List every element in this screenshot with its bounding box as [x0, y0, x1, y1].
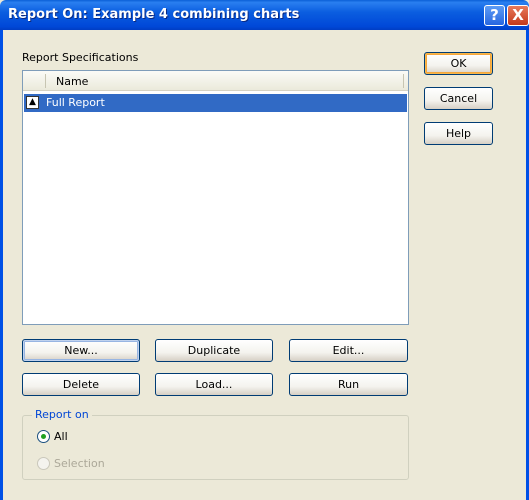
radio-selection: [37, 457, 50, 470]
list-item-label: Full Report: [46, 96, 105, 109]
help-button[interactable]: Help: [424, 122, 493, 145]
report-specifications-list[interactable]: Name ▲ Full Report: [22, 70, 409, 325]
header-divider: [45, 74, 46, 88]
close-icon: X: [512, 6, 524, 24]
close-button[interactable]: X: [507, 5, 529, 26]
ok-button[interactable]: OK: [424, 52, 493, 75]
window-title: Report On: Example 4 combining charts: [8, 7, 300, 22]
duplicate-button[interactable]: Duplicate: [155, 339, 273, 362]
column-header-name[interactable]: Name: [56, 75, 88, 88]
radio-selection-label: Selection: [54, 457, 105, 470]
radio-all-label[interactable]: All: [54, 430, 68, 443]
cancel-button[interactable]: Cancel: [424, 87, 493, 110]
edit-button[interactable]: Edit...: [289, 339, 408, 362]
report-on-legend: Report on: [32, 408, 92, 421]
header-divider: [403, 74, 404, 88]
title-bar[interactable]: Report On: Example 4 combining charts ? …: [0, 0, 529, 30]
report-on-dialog: Report On: Example 4 combining charts ? …: [0, 0, 529, 500]
radio-all[interactable]: [37, 430, 50, 443]
delete-button[interactable]: Delete: [22, 373, 140, 396]
list-header: Name: [23, 71, 408, 91]
question-mark-icon: ?: [490, 6, 499, 24]
load-button[interactable]: Load...: [155, 373, 273, 396]
window-frame-left: [0, 30, 3, 500]
radio-selected-dot: [41, 434, 46, 439]
new-button[interactable]: New...: [22, 339, 140, 362]
list-item[interactable]: ▲ Full Report: [24, 94, 407, 112]
run-button[interactable]: Run: [289, 373, 408, 396]
help-title-button[interactable]: ?: [484, 5, 505, 26]
report-on-group: [22, 415, 409, 480]
report-specifications-label: Report Specifications: [22, 51, 139, 64]
sort-updown-icon: ▲: [26, 96, 39, 109]
